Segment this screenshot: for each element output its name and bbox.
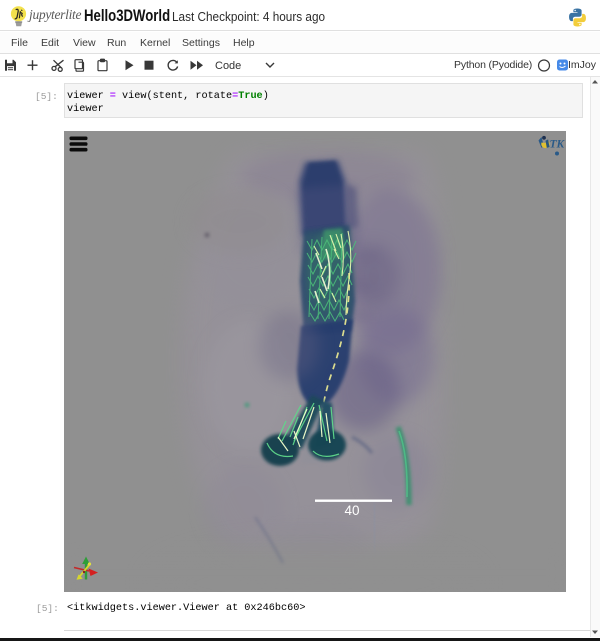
svg-text:TK: TK (550, 139, 566, 151)
svg-text:40: 40 (344, 503, 359, 518)
